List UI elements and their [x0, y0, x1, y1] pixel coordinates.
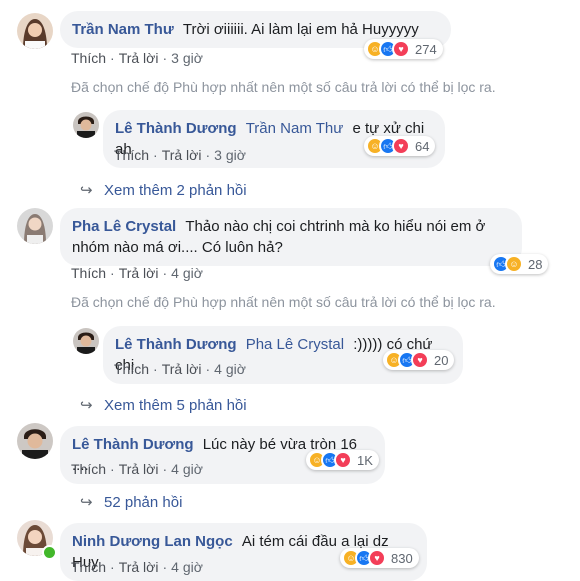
reply-link[interactable]: Trả lời — [162, 147, 202, 163]
mention-link[interactable]: Trần Nam Thư — [246, 120, 344, 137]
separator: · — [162, 265, 168, 281]
like-link[interactable]: Thích — [114, 147, 149, 163]
reaction-count: 28 — [528, 256, 543, 272]
mention-link[interactable]: Pha Lê Crystal — [246, 336, 344, 353]
comment-bubble: Pha Lê Crystal Thảo nào chị coi chtrinh … — [60, 208, 522, 266]
comment-author[interactable]: Pha Lê Crystal — [72, 218, 176, 235]
reaction-summary[interactable]: ☺ 👍︎ ♥ 274 — [364, 39, 443, 59]
comment-actions: Thích · Trả lời · 4 giờ — [71, 265, 203, 281]
love-icon: ♥ — [392, 40, 410, 58]
reply-link[interactable]: Trả lời — [119, 50, 159, 66]
love-icon: ♥ — [334, 451, 352, 469]
reply-arrow-icon: ↪ — [80, 494, 93, 511]
comment-author[interactable]: Lê Thành Dương — [115, 336, 237, 353]
comment-text: Thảo nào chị coi chtrinh mà ko hiểu nói … — [185, 218, 486, 235]
reply-actions: Thích · Trả lời · 3 giờ — [114, 147, 246, 163]
separator: · — [110, 50, 115, 66]
separator: · — [162, 50, 168, 66]
comment-actions: Thích · Trả lời · 4 giờ — [71, 559, 203, 575]
like-link[interactable]: Thích — [71, 50, 106, 66]
comment-actions: Thích · Trả lời · 3 giờ — [71, 50, 203, 66]
timestamp[interactable]: 3 giờ — [214, 147, 246, 163]
timestamp[interactable]: 3 giờ — [171, 50, 203, 66]
like-link[interactable]: Thích — [71, 461, 106, 477]
comment-author[interactable]: Lê Thành Dương — [115, 120, 237, 137]
comment-author[interactable]: Ninh Dương Lan Ngọc — [72, 533, 233, 550]
online-status-indicator — [42, 545, 57, 560]
reaction-count: 274 — [415, 41, 437, 57]
view-more-replies[interactable]: ↪ Xem thêm 2 phản hồi — [80, 181, 247, 199]
comment-author[interactable]: Trần Nam Thư — [72, 21, 174, 38]
comment-text-line2: nhóm nào má ơi.... Có luôn hả? — [72, 239, 283, 256]
avatar[interactable] — [73, 328, 99, 354]
separator: · — [162, 559, 168, 575]
love-icon: ♥ — [368, 549, 386, 567]
comment-author[interactable]: Lê Thành Dương — [72, 436, 194, 453]
separator: · — [205, 147, 211, 163]
filter-notice: Đã chọn chế độ Phù hợp nhất nên một số c… — [71, 79, 496, 95]
timestamp[interactable]: 4 giờ — [214, 361, 246, 377]
reaction-summary[interactable]: ☺ 👍︎ ♥ 830 — [340, 548, 419, 568]
avatar[interactable] — [17, 208, 53, 244]
separator: · — [162, 461, 168, 477]
separator: · — [153, 361, 158, 377]
view-more-replies[interactable]: ↪ Xem thêm 5 phản hồi — [80, 396, 247, 414]
reaction-summary[interactable]: ☺ 👍︎ ♥ 64 — [364, 136, 436, 156]
like-link[interactable]: Thích — [114, 361, 149, 377]
reaction-count: 64 — [415, 138, 430, 154]
reply-link[interactable]: Trả lời — [119, 461, 159, 477]
separator: · — [110, 461, 115, 477]
timestamp[interactable]: 4 giờ — [171, 461, 203, 477]
like-link[interactable]: Thích — [71, 559, 106, 575]
avatar[interactable] — [17, 13, 53, 49]
comment-actions: Thích · Trả lời · 4 giờ — [71, 461, 203, 477]
reaction-summary[interactable]: ☺ 👍︎ ♥ 20 — [383, 350, 455, 370]
reaction-count: 1K — [357, 452, 373, 468]
love-icon: ♥ — [411, 351, 429, 369]
reply-link[interactable]: Trả lời — [119, 559, 159, 575]
reply-link[interactable]: Trả lời — [162, 361, 202, 377]
reaction-summary[interactable]: 👍︎ ☺ 28 — [490, 254, 549, 274]
avatar[interactable] — [73, 112, 99, 138]
haha-icon: ☺ — [505, 255, 523, 273]
view-replies[interactable]: ↪ 52 phản hồi — [80, 493, 182, 511]
separator: · — [110, 559, 115, 575]
filter-notice: Đã chọn chế độ Phù hợp nhất nên một số c… — [71, 294, 496, 310]
avatar[interactable] — [17, 423, 53, 459]
reply-link[interactable]: Trả lời — [119, 265, 159, 281]
reply-actions: Thích · Trả lời · 4 giờ — [114, 361, 246, 377]
separator: · — [110, 265, 115, 281]
separator: · — [205, 361, 211, 377]
reply-arrow-icon: ↪ — [80, 397, 93, 414]
separator: · — [153, 147, 158, 163]
reaction-count: 20 — [434, 352, 449, 368]
reply-arrow-icon: ↪ — [80, 182, 93, 199]
reaction-summary[interactable]: ☺ 👍︎ ♥ 1K — [306, 450, 379, 470]
comment-line: Pha Lê Crystal Thảo nào chị coi chtrinh … — [72, 216, 510, 237]
timestamp[interactable]: 4 giờ — [171, 559, 203, 575]
timestamp[interactable]: 4 giờ — [171, 265, 203, 281]
like-link[interactable]: Thích — [71, 265, 106, 281]
comment-text: Trời ơiiiiii. Ai làm lại em hả Huyyyyy — [182, 21, 419, 38]
love-icon: ♥ — [392, 137, 410, 155]
reaction-count: 830 — [391, 550, 413, 566]
